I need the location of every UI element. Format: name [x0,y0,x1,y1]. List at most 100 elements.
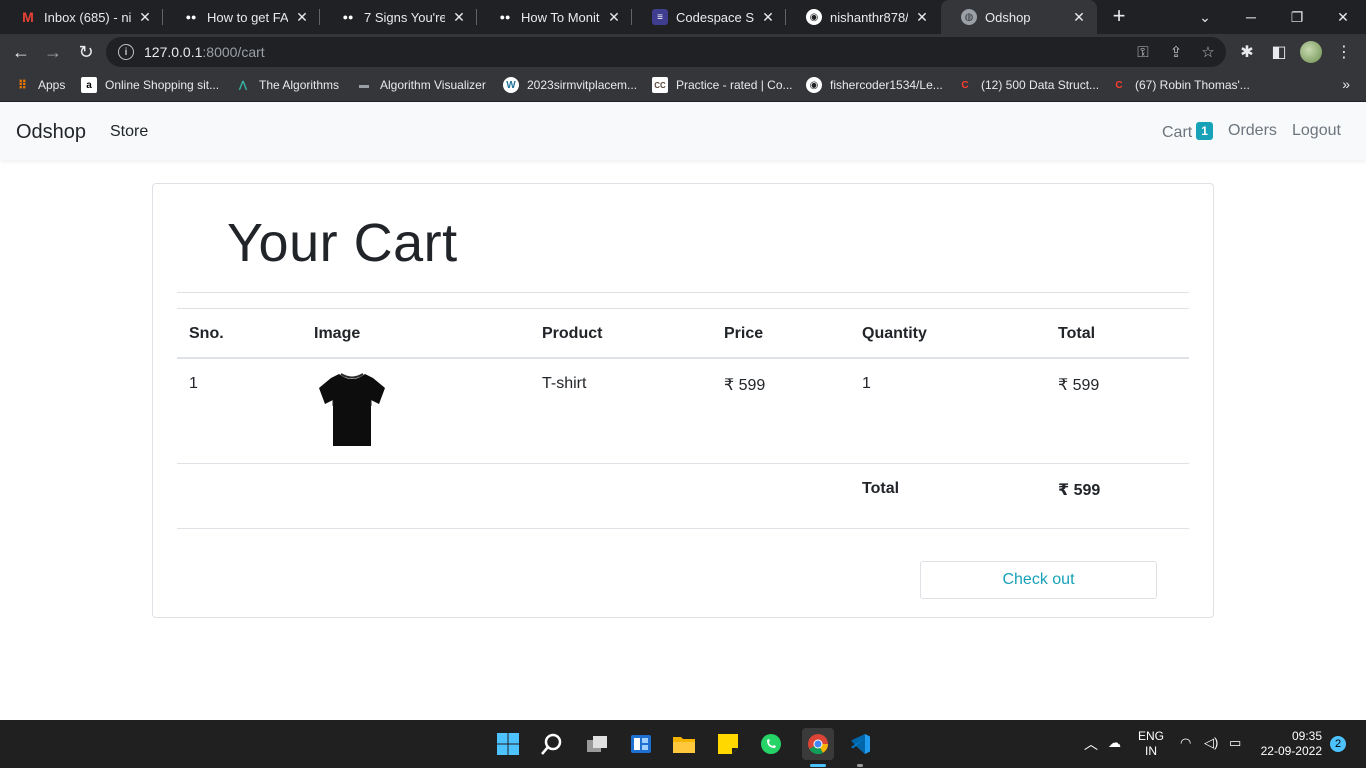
total-divider [177,528,1189,529]
sticky-notes-icon[interactable] [714,730,742,758]
globe-icon: ◍ [961,9,977,25]
algorithms-icon: ⋀ [238,79,248,91]
chrome-icon[interactable] [802,728,834,760]
active-app-indicator [810,764,826,767]
bookmark-placement[interactable]: W 2023sirmvitplacem... [503,70,637,100]
site-info-icon[interactable]: i [118,44,134,60]
bookmark-online-shopping[interactable]: a Online Shopping sit... [81,70,219,100]
browser-tab-faang[interactable]: ●● How to get FAAN ✕ [163,0,320,34]
chevron-up-icon[interactable]: ︿ [1084,734,1098,754]
bookmark-star-icon[interactable]: ☆ [1196,40,1220,64]
codespace-icon: ≡ [652,9,668,25]
nav-cart-link[interactable]: Cart 1 [1162,122,1213,142]
header-product: Product [542,325,603,342]
youtube-icon: C [961,79,969,91]
apps-icon: ⠿ [17,78,27,92]
vscode-icon[interactable] [846,730,874,758]
browser-tab-strip: M Inbox (685) - nish ✕ ●● How to get FAA… [0,0,1366,34]
wordpress-icon: W [503,77,519,93]
bookmark-robin-thomas[interactable]: C (67) Robin Thomas'... [1111,70,1249,100]
browser-tab-github[interactable]: ◉ nishanthr878/We ✕ [786,0,940,34]
visualizer-icon: ▬ [359,79,369,91]
back-icon[interactable]: ← [8,39,34,65]
search-icon[interactable] [538,730,566,758]
notification-badge[interactable]: 2 [1330,736,1346,752]
header-total: Total [1058,325,1096,342]
nav-orders-link[interactable]: Orders [1228,122,1277,140]
tshirt-image [319,373,385,446]
restore-icon[interactable]: ❐ [1274,0,1320,34]
reload-icon[interactable]: ↻ [73,39,99,65]
header-quantity: Quantity [862,325,927,342]
bookmark-fishercoder[interactable]: ◉ fishercoder1534/Le... [806,70,943,100]
battery-icon[interactable]: ▭ [1229,735,1241,751]
bookmark-the-algorithms[interactable]: ⋀ The Algorithms [235,70,339,100]
browser-tab-gmail[interactable]: M Inbox (685) - nish ✕ [0,0,163,34]
browser-tab-odshop[interactable]: ◍ Odshop ✕ [941,0,1097,34]
bookmarks-bar: ⠿ Apps a Online Shopping sit... ⋀ The Al… [0,70,1366,102]
close-icon[interactable]: ✕ [1071,9,1087,25]
extensions-icon[interactable]: ✱ [1235,40,1259,64]
bookmark-data-structures[interactable]: C (12) 500 Data Struct... [957,70,1099,100]
github-icon: ◉ [806,77,822,93]
share-icon[interactable]: ⇪ [1164,40,1188,64]
nav-store-link[interactable]: Store [110,123,148,141]
address-bar[interactable]: i 127.0.0.1:8000/cart [106,37,1226,67]
close-icon[interactable]: ✕ [606,9,622,25]
new-tab-button[interactable]: + [1107,5,1131,29]
cloud-icon[interactable]: ☁ [1108,735,1121,751]
bookmark-codechef[interactable]: CC Practice - rated | Co... [652,70,793,100]
amazon-icon: a [81,77,97,93]
row-total: ₹ 599 [1058,377,1100,394]
gmail-icon: M [22,9,34,25]
close-icon[interactable]: ✕ [760,9,776,25]
medium-icon: ●● [185,12,197,22]
key-icon[interactable]: ⚿ [1131,40,1155,64]
url-text: 127.0.0.1:8000/cart [144,44,265,60]
forward-icon[interactable]: → [40,39,66,65]
header-price: Price [724,325,764,342]
window-close-icon[interactable]: ✕ [1320,0,1366,34]
bookmark-algorithm-visualizer[interactable]: ▬ Algorithm Visualizer [356,70,486,100]
tab-search-icon[interactable]: ⌄ [1182,0,1228,34]
close-icon[interactable]: ✕ [914,9,930,25]
browser-tab-monitor[interactable]: ●● How To Monitor ✕ [477,0,632,34]
nav-cart-label: Cart [1162,124,1193,141]
chevron-right-icon[interactable]: » [1342,76,1350,92]
close-icon[interactable]: ✕ [294,9,310,25]
task-view-icon[interactable] [583,730,611,758]
row-quantity: 1 [862,375,871,392]
header-image: Image [314,325,361,342]
language-indicator[interactable]: ENG IN [1138,729,1164,759]
close-icon[interactable]: ✕ [451,9,467,25]
browser-tab-signs[interactable]: ●● 7 Signs You're Sm ✕ [320,0,477,34]
side-panel-icon[interactable]: ◧ [1267,40,1291,64]
youtube-icon: C [1115,79,1123,91]
nav-logout-link[interactable]: Logout [1292,122,1341,140]
site-navbar: Odshop Store Cart 1 Orders Logout [0,102,1366,160]
minimize-icon[interactable]: ─ [1228,0,1274,34]
widgets-icon[interactable] [627,730,655,758]
medium-icon: ●● [499,12,511,22]
row-sno: 1 [189,375,198,392]
checkout-button[interactable]: Check out [920,561,1157,599]
grand-total-value: ₹ 599 [1058,482,1101,499]
volume-icon[interactable]: ◁) [1204,735,1218,751]
row-product: T-shirt [542,375,587,392]
close-icon[interactable]: ✕ [137,9,153,25]
cart-card: Your Cart Sno. Image Product Price Quant… [152,183,1214,618]
whatsapp-icon[interactable] [757,730,785,758]
brand-logo[interactable]: Odshop [16,121,86,144]
start-icon[interactable] [494,730,522,758]
browser-tab-codespace[interactable]: ≡ Codespace Snipp ✕ [632,0,786,34]
menu-icon[interactable]: ⋮ [1332,40,1356,64]
file-explorer-icon[interactable] [670,730,698,758]
wifi-icon[interactable]: ◠ [1180,735,1191,751]
clock[interactable]: 09:35 22-09-2022 [1256,729,1322,759]
page-title: Your Cart [227,213,458,273]
running-app-indicator [857,764,863,767]
grand-total-label: Total [862,480,900,497]
row-price: ₹ 599 [724,377,766,394]
bookmark-apps[interactable]: ⠿ Apps [14,70,66,100]
profile-avatar[interactable] [1300,41,1322,63]
